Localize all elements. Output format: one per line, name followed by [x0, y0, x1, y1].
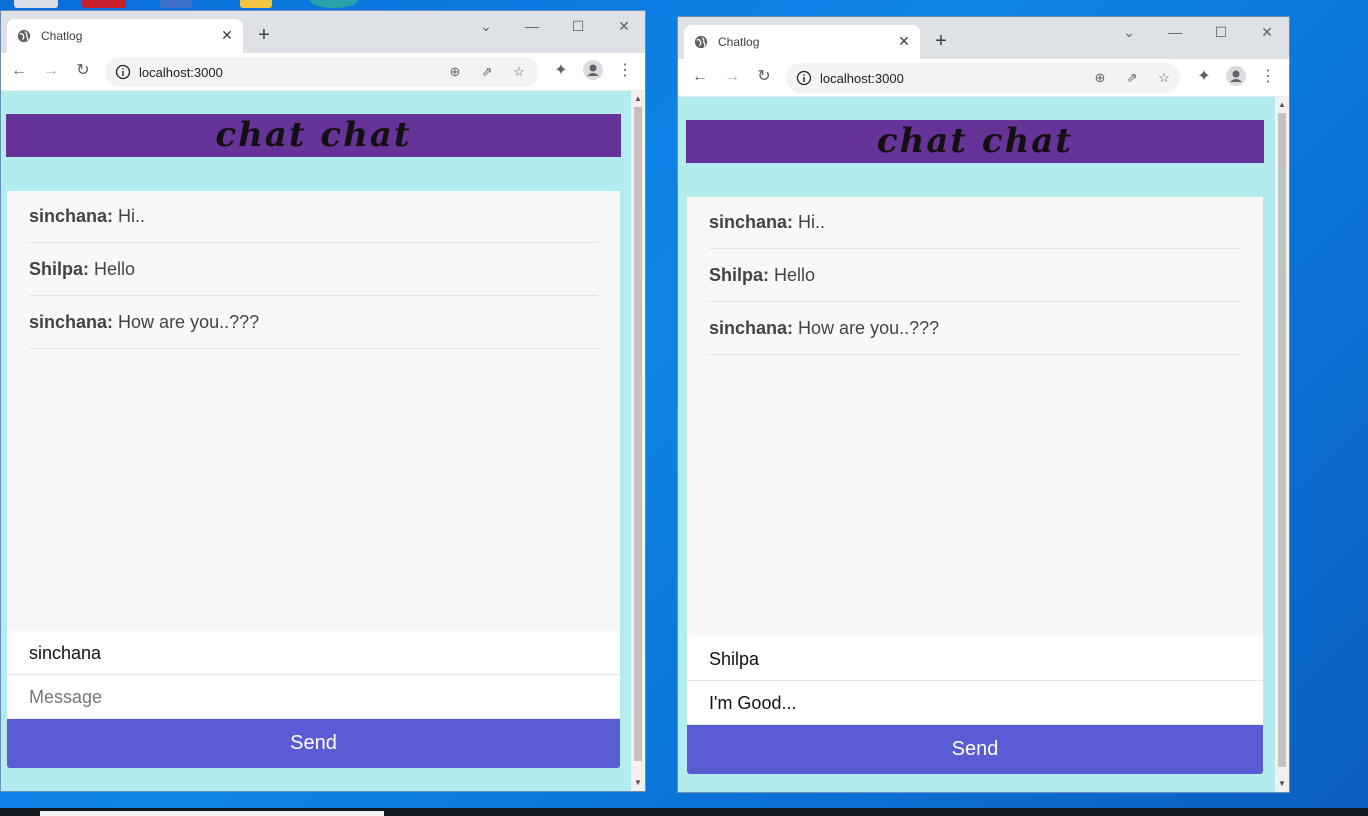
chat-log: sinchana: Hi.. Shilpa: Hello sinchana: H… — [7, 191, 620, 632]
chat-header: chat chat — [6, 114, 621, 157]
scroll-down-icon[interactable]: ▼ — [1278, 780, 1286, 788]
globe-icon — [17, 29, 31, 43]
title-bar: Chatlog ✕ + ⌄ — ☐ ✕ — [1, 11, 645, 53]
info-icon[interactable] — [115, 64, 131, 80]
message-sender: Shilpa: — [709, 265, 770, 285]
page-title: chat chat — [876, 121, 1074, 161]
tab-search-icon[interactable]: ⌄ — [471, 15, 501, 37]
close-icon[interactable]: ✕ — [609, 15, 639, 37]
message-input[interactable]: I'm Good... — [687, 681, 1263, 725]
reload-icon[interactable]: ↻ — [752, 65, 776, 89]
page-title: chat chat — [215, 115, 412, 155]
extensions-icon[interactable]: ✦ — [549, 59, 573, 83]
share-icon[interactable]: ⇗ — [1122, 68, 1142, 88]
close-icon[interactable]: ✕ — [219, 27, 235, 43]
list-item: sinchana: How are you..??? — [709, 302, 1241, 355]
tab-chatlog[interactable]: Chatlog ✕ — [684, 25, 920, 59]
name-input[interactable]: sinchana — [7, 631, 620, 675]
zoom-icon[interactable]: ⊕ — [445, 62, 465, 82]
address-bar[interactable]: localhost:3000 ⊕ ⇗ ☆ — [786, 63, 1180, 93]
message-sender: sinchana: — [29, 312, 114, 332]
back-icon[interactable]: ← — [7, 59, 31, 83]
message-sender: sinchana: — [29, 206, 114, 226]
scroll-up-icon[interactable]: ▲ — [1278, 101, 1286, 109]
message-list: sinchana: Hi.. Shilpa: Hello sinchana: H… — [709, 197, 1241, 355]
profile-icon[interactable] — [581, 59, 605, 83]
message-text: Hi.. — [798, 212, 826, 232]
recycle-bin-icon[interactable] — [14, 0, 58, 8]
folder-icon[interactable] — [240, 0, 272, 8]
browser-toolbar: ← → ↻ localhost:3000 ⊕ ⇗ ☆ ✦ ⋮ — [678, 59, 1289, 97]
close-icon[interactable]: ✕ — [1252, 21, 1282, 43]
message-input[interactable]: Message — [7, 675, 620, 719]
tab-title: Chatlog — [718, 35, 760, 49]
tab-chatlog[interactable]: Chatlog ✕ — [7, 19, 243, 53]
close-icon[interactable]: ✕ — [896, 33, 912, 49]
menu-icon[interactable]: ⋮ — [1256, 65, 1280, 89]
list-item: Shilpa: Hello — [709, 249, 1241, 302]
taskbar-search[interactable] — [40, 811, 384, 816]
maximize-icon[interactable]: ☐ — [563, 15, 593, 37]
extensions-icon[interactable]: ✦ — [1192, 65, 1216, 89]
forward-icon[interactable]: → — [39, 59, 63, 83]
globe-icon — [694, 35, 708, 49]
url-text: localhost:3000 — [820, 71, 904, 86]
chat-header: chat chat — [686, 120, 1264, 163]
profile-icon[interactable] — [1224, 65, 1248, 89]
minimize-icon[interactable]: — — [517, 15, 547, 37]
plus-icon[interactable]: + — [930, 31, 952, 53]
zoom-icon[interactable]: ⊕ — [1090, 68, 1110, 88]
maximize-icon[interactable]: ☐ — [1206, 21, 1236, 43]
taskbar — [0, 808, 1368, 816]
share-icon[interactable]: ⇗ — [477, 62, 497, 82]
tab-title: Chatlog — [41, 29, 83, 43]
star-icon[interactable]: ☆ — [509, 62, 529, 82]
forward-icon[interactable]: → — [720, 65, 744, 89]
send-button[interactable]: Send — [687, 725, 1263, 774]
message-list: sinchana: Hi.. Shilpa: Hello sinchana: H… — [29, 191, 598, 349]
name-input[interactable]: Shilpa — [687, 637, 1263, 681]
scroll-thumb[interactable] — [634, 107, 642, 761]
page-viewport: chat chat sinchana: Hi.. Shilpa: Hello s… — [1, 91, 631, 791]
message-text: How are you..??? — [798, 318, 940, 338]
tab-search-icon[interactable]: ⌄ — [1114, 21, 1144, 43]
info-icon[interactable] — [796, 70, 812, 86]
scrollbar[interactable]: ▲ ▼ — [631, 91, 645, 791]
title-bar: Chatlog ✕ + ⌄ — ☐ ✕ — [678, 17, 1289, 59]
message-text: How are you..??? — [118, 312, 260, 332]
list-item: sinchana: Hi.. — [29, 191, 598, 243]
browser-toolbar: ← → ↻ localhost:3000 ⊕ ⇗ ☆ ✦ ⋮ — [1, 53, 645, 91]
message-sender: sinchana: — [709, 212, 794, 232]
browser-window-1: Chatlog ✕ + ⌄ — ☐ ✕ ← → ↻ localhost:3000… — [0, 10, 646, 792]
star-icon[interactable]: ☆ — [1154, 68, 1174, 88]
scroll-down-icon[interactable]: ▼ — [634, 779, 642, 787]
back-icon[interactable]: ← — [688, 65, 712, 89]
scrollbar[interactable]: ▲ ▼ — [1275, 97, 1289, 792]
browser-window-2: Chatlog ✕ + ⌄ — ☐ ✕ ← → ↻ localhost:3000… — [677, 16, 1290, 793]
scroll-up-icon[interactable]: ▲ — [634, 95, 642, 103]
list-item: sinchana: Hi.. — [709, 197, 1241, 249]
message-sender: sinchana: — [709, 318, 794, 338]
list-item: sinchana: How are you..??? — [29, 296, 598, 349]
app-shortcut-icon[interactable] — [160, 0, 192, 8]
message-sender: Shilpa: — [29, 259, 90, 279]
scroll-thumb[interactable] — [1278, 113, 1286, 767]
message-text: Hello — [774, 265, 816, 285]
page-viewport: chat chat sinchana: Hi.. Shilpa: Hello s… — [678, 97, 1275, 792]
message-text: Hi.. — [118, 206, 146, 226]
chat-log: sinchana: Hi.. Shilpa: Hello sinchana: H… — [687, 197, 1263, 638]
send-button[interactable]: Send — [7, 719, 620, 768]
app-shortcut-icon[interactable] — [82, 0, 126, 8]
plus-icon[interactable]: + — [253, 25, 275, 47]
desktop-icons — [0, 0, 400, 10]
list-item: Shilpa: Hello — [29, 243, 598, 296]
message-text: Hello — [94, 259, 136, 279]
minimize-icon[interactable]: — — [1160, 21, 1190, 43]
menu-icon[interactable]: ⋮ — [613, 59, 637, 83]
url-text: localhost:3000 — [139, 65, 223, 80]
reload-icon[interactable]: ↻ — [71, 59, 95, 83]
edge-icon[interactable] — [310, 0, 358, 8]
address-bar[interactable]: localhost:3000 ⊕ ⇗ ☆ — [105, 57, 539, 87]
